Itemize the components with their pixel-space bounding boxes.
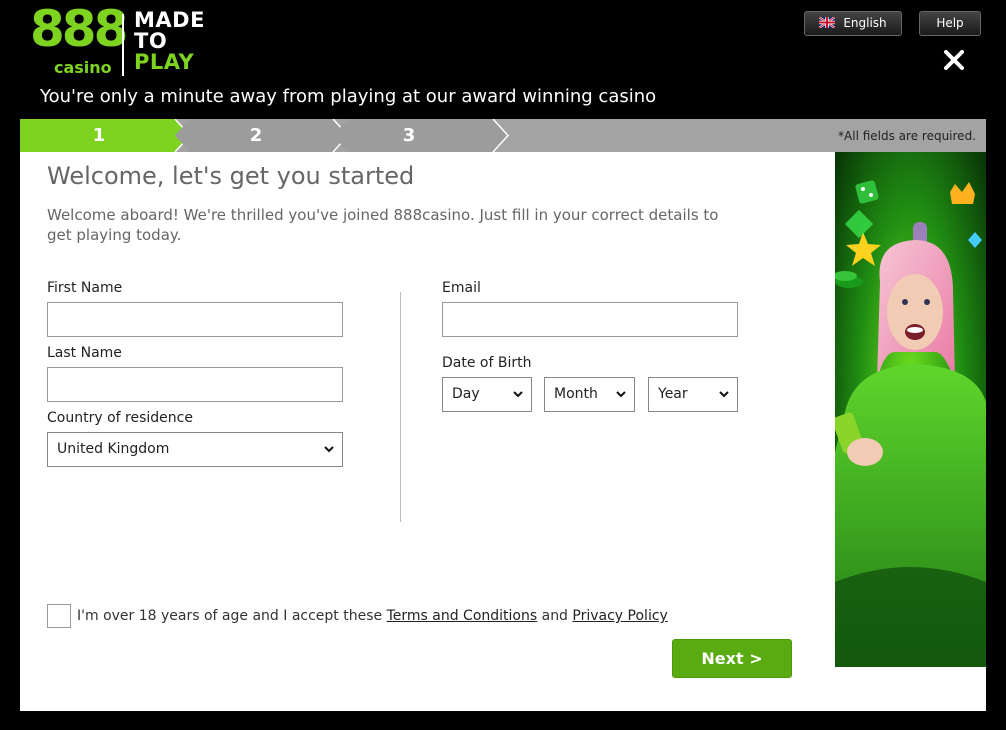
next-button[interactable]: Next > xyxy=(672,639,792,678)
logo-divider xyxy=(122,14,124,76)
age-consent-checkbox[interactable] xyxy=(47,604,71,628)
step-1: 1 xyxy=(20,119,192,152)
close-icon-glyph xyxy=(944,50,964,70)
dob-day-select[interactable]: Day xyxy=(442,377,532,412)
intro-text: Welcome aboard! We're thrilled you've jo… xyxy=(47,206,719,244)
last-name-input[interactable] xyxy=(47,367,343,402)
promo-image xyxy=(835,152,986,667)
email-label: Email xyxy=(442,280,481,296)
logo-casino: casino xyxy=(54,58,112,77)
registration-panel: Welcome, let's get you started Welcome a… xyxy=(20,152,986,711)
dob-label: Date of Birth xyxy=(442,355,532,371)
first-name-input[interactable] xyxy=(47,302,343,337)
brand-logo: 888 casino MADE TO PLAY xyxy=(30,4,210,78)
step-3-number: 3 xyxy=(402,125,416,146)
privacy-link[interactable]: Privacy Policy xyxy=(572,608,667,624)
email-input[interactable] xyxy=(442,302,738,337)
dob-month-value: Month xyxy=(554,386,598,402)
logo-to: TO xyxy=(134,29,168,53)
header: 888 casino MADE TO PLAY You're only a mi… xyxy=(0,0,1006,119)
first-name-label: First Name xyxy=(47,280,123,296)
step-2: 2 xyxy=(175,119,350,152)
required-note: *All fields are required. xyxy=(838,129,976,143)
logo-made: MADE xyxy=(134,8,205,32)
chevron-down-icon xyxy=(324,433,334,466)
dob-year-value: Year xyxy=(658,386,688,402)
header-tagline: You're only a minute away from playing a… xyxy=(40,86,657,107)
step-2-number: 2 xyxy=(249,125,263,146)
column-divider xyxy=(400,292,401,522)
chevron-down-icon xyxy=(719,378,729,411)
chevron-down-icon xyxy=(616,378,626,411)
consent-prefix: I'm over 18 years of age and I accept th… xyxy=(77,608,383,624)
close-icon[interactable] xyxy=(940,48,968,76)
step-3: 3 xyxy=(333,119,513,152)
language-label: English xyxy=(843,16,887,30)
uk-flag-icon xyxy=(819,17,836,28)
dob-month-select[interactable]: Month xyxy=(544,377,635,412)
chevron-down-icon xyxy=(513,378,523,411)
logo-888: 888 xyxy=(30,0,128,58)
last-name-label: Last Name xyxy=(47,345,122,361)
terms-link[interactable]: Terms and Conditions xyxy=(387,608,538,624)
country-label: Country of residence xyxy=(47,410,193,426)
dob-year-select[interactable]: Year xyxy=(648,377,738,412)
country-value: United Kingdom xyxy=(57,441,170,457)
language-button[interactable]: English xyxy=(804,11,902,36)
help-button[interactable]: Help xyxy=(919,11,981,36)
consent-text: I'm over 18 years of age and I accept th… xyxy=(77,608,668,624)
logo-tagline: MADE TO PLAY xyxy=(134,10,205,73)
page-title: Welcome, let's get you started xyxy=(47,162,415,190)
dob-day-value: Day xyxy=(452,386,480,402)
logo-play: PLAY xyxy=(134,50,195,74)
step-1-number: 1 xyxy=(92,125,106,146)
country-select[interactable]: United Kingdom xyxy=(47,432,343,467)
progress-steps: 1 2 3 *All fields are required. xyxy=(20,119,986,152)
consent-and: and xyxy=(541,608,568,624)
promo-illustration xyxy=(835,152,986,667)
